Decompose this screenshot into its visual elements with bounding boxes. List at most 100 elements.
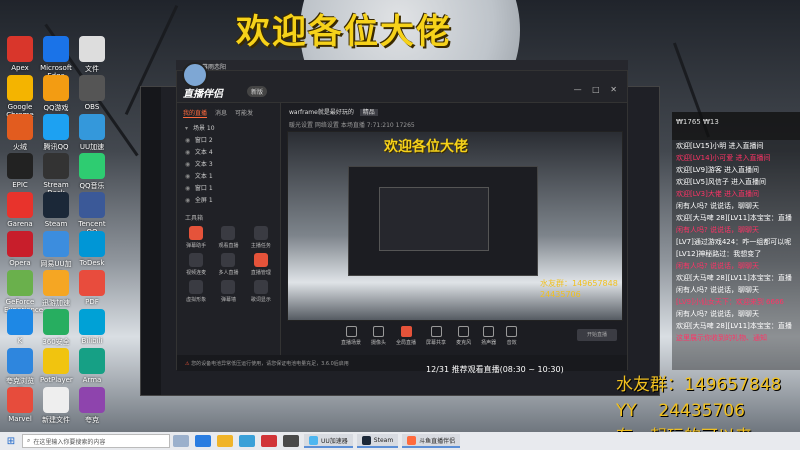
tool-grid: 弹幕助手 观看直播 主播任务视频连麦 多人直播 直播管理虚拟形象 弹幕墙 歌词显示 [177, 224, 280, 305]
desktop-icon[interactable]: Steam [40, 192, 72, 228]
source-item[interactable]: ◉ 文本 1 [177, 171, 280, 183]
task-view-icon[interactable] [173, 435, 189, 447]
bottom-tool[interactable]: 摄像头 [371, 326, 386, 346]
desktop-icon[interactable]: 文件 [76, 36, 108, 74]
chat-message: [LV7]通过游戏424：咋一组都可以呢 [676, 238, 792, 246]
tool-label: 弹幕墙 [220, 297, 236, 303]
eye-icon[interactable]: ◉ [185, 183, 193, 195]
taskbar-app-label: UU加速器 [321, 437, 348, 445]
desktop-icon[interactable]: Stream Deck [40, 153, 72, 197]
explorer-icon[interactable] [217, 435, 233, 447]
desktop-icon[interactable]: 夸克 [76, 387, 108, 425]
fan-group-number: 149657848 [684, 375, 782, 395]
bottom-tool[interactable]: 麦克风 [456, 326, 471, 346]
desktop-icon[interactable]: OBS [76, 75, 108, 111]
tool-item[interactable]: 多人直播 [213, 253, 243, 276]
tool-item[interactable]: 视频连麦 [181, 253, 211, 276]
desktop-icon[interactable]: EPIC [4, 153, 36, 189]
desktop-icon[interactable]: Garena [4, 192, 36, 228]
desktop-icon[interactable]: GeForce Experience [4, 270, 43, 314]
eye-icon[interactable]: ◉ [185, 171, 193, 183]
bottom-tool[interactable]: 屏幕共享 [426, 326, 446, 346]
version-badge[interactable]: 新版 [247, 86, 268, 97]
tool-item[interactable]: 直播管理 [246, 253, 276, 276]
tab-2[interactable]: 可能发 [235, 108, 253, 118]
scene-label: 场景 10 [193, 125, 215, 132]
desktop-icon[interactable]: Opera [4, 231, 36, 267]
tool-label: 虚拟形象 [186, 297, 207, 303]
desktop-icon-image [79, 387, 105, 413]
desktop-icon[interactable]: Microsoft Edge [40, 36, 72, 80]
desktop-icon-image [43, 231, 69, 257]
desktop-icon[interactable]: ToDesk [76, 231, 108, 267]
desktop-icon[interactable]: K [4, 309, 36, 345]
desktop-icon[interactable]: Google Chrome [4, 75, 36, 119]
office-icon[interactable] [261, 435, 277, 447]
desktop-icon[interactable]: PDF [76, 270, 108, 306]
stream-title[interactable]: warframe就是最好玩的 [289, 109, 354, 116]
bottom-tool-label: 屏幕共享 [426, 340, 447, 346]
app-icon[interactable] [283, 435, 299, 447]
bottom-tool[interactable]: 直播场景 [341, 326, 361, 346]
source-item[interactable]: ◉ 窗口 1 [177, 183, 280, 195]
taskbar-app[interactable]: Steam [356, 434, 399, 448]
desktop-icon-image [79, 348, 105, 374]
desktop-icon[interactable]: QQ音乐 [76, 153, 108, 191]
source-item[interactable]: ◉ 全屏 1 [177, 195, 280, 207]
bottom-tool[interactable]: 扬声器 [481, 326, 496, 346]
taskbar-app[interactable]: UU加速器 [304, 434, 353, 448]
edge-icon[interactable] [195, 435, 211, 447]
desktop-icon-image [43, 75, 69, 101]
desktop-icon[interactable]: Tencent QQ [76, 192, 108, 236]
tab-1[interactable]: 消息 [215, 108, 227, 118]
desktop-icon[interactable]: Apex [4, 36, 36, 72]
desktop-icon[interactable]: 腾讯QQ [40, 114, 72, 152]
start-live-button[interactable]: 开始直播 [577, 329, 617, 341]
search-icon: ⌕ [27, 437, 31, 444]
bottom-tool[interactable]: 全局直播 [396, 326, 416, 346]
tool-label: 多人直播 [218, 270, 239, 276]
desktop-icon[interactable]: PotPlayer [40, 348, 73, 384]
windows-start-icon[interactable]: ⊞ [0, 436, 22, 447]
eye-icon[interactable]: ◉ [185, 147, 193, 159]
desktop-icon[interactable]: QQ游戏 [40, 75, 72, 113]
desktop-icon[interactable]: 新建文件 [40, 387, 72, 425]
tool-label: 主播任务 [250, 243, 271, 249]
tool-item[interactable]: 歌词显示 [246, 280, 276, 303]
bottom-tool-label: 扬声器 [481, 340, 497, 346]
tool-item[interactable]: 主播任务 [246, 226, 276, 249]
tab-0[interactable]: 我的直播 [183, 108, 208, 118]
desktop-icon[interactable]: UU加速 [76, 114, 108, 152]
taskbar-search-input[interactable]: ⌕ 在这里输入你要搜索的内容 [22, 434, 170, 448]
source-item[interactable]: ◉ 窗口 2 [177, 135, 280, 147]
desktop-icon[interactable]: 360安全 [40, 309, 72, 347]
eye-icon[interactable]: ◉ [185, 195, 193, 207]
preview-title: 欢迎各位大佬 [384, 139, 468, 155]
tool-item[interactable]: 弹幕助手 [181, 226, 211, 249]
window-controls[interactable]: — □ ✕ [574, 85, 621, 94]
stream-preview[interactable]: 欢迎各位大佬 水友群：149657848 24435706 [287, 131, 623, 321]
desktop-icon[interactable]: Bilibili [76, 309, 108, 345]
search-placeholder: 在这里输入你要搜索的内容 [33, 438, 106, 446]
tool-item[interactable]: 观看直播 [213, 226, 243, 249]
ticker-text: 12/31 推荐观看直播(08:30 ~ 10:30) [426, 365, 564, 374]
desktop-icon[interactable]: 火绒 [4, 114, 36, 152]
chat-message: 闲有人吗? 说说话，聊聊天 [676, 202, 759, 210]
scene-item[interactable]: ▾ 场景 10 [177, 123, 280, 135]
store-icon[interactable] [239, 435, 255, 447]
bottom-tool-label: 直播场景 [341, 340, 362, 346]
eye-icon[interactable]: ◉ [185, 159, 193, 171]
eye-icon[interactable]: ◉ [185, 135, 193, 147]
desktop-icon-label: ToDesk [79, 259, 105, 267]
tool-item[interactable]: 弹幕墙 [213, 280, 243, 303]
tool-icon [221, 280, 236, 294]
bottom-tool[interactable]: 音效 [506, 326, 518, 346]
source-item[interactable]: ◉ 文本 4 [177, 147, 280, 159]
desktop-icon[interactable]: Arma [76, 348, 108, 384]
avatar[interactable] [182, 62, 208, 88]
source-item[interactable]: ◉ 文本 3 [177, 159, 280, 171]
taskbar-app[interactable]: 斗鱼直播伴侣 [402, 434, 461, 448]
chat-message: 欢迎[大马啤 28][LV11]本宝宝：直播 [676, 214, 792, 222]
desktop-icon[interactable]: Marvel [4, 387, 36, 423]
tool-item[interactable]: 虚拟形象 [181, 280, 211, 303]
